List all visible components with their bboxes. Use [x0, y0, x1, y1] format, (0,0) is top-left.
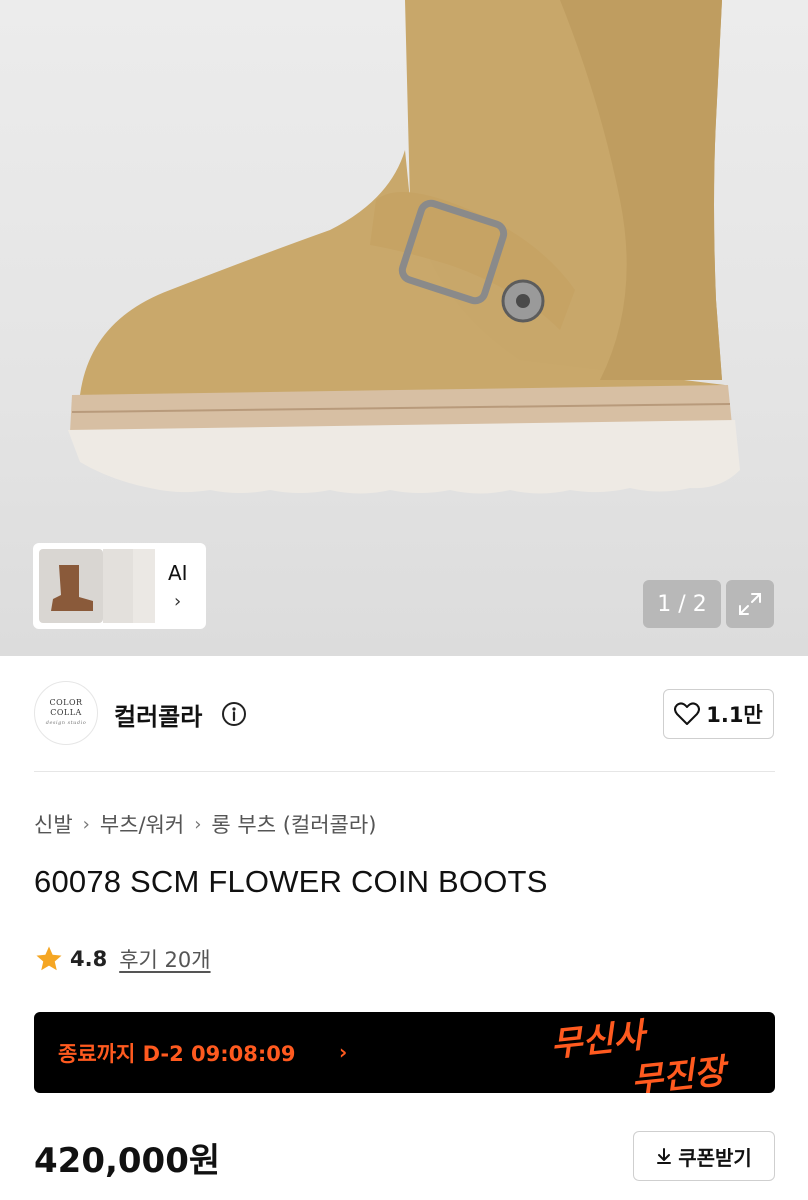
- thumbnail-strip[interactable]: AI ›: [33, 543, 206, 629]
- promo-banner[interactable]: 종료까지 D-2 09:08:09 › 무신사 무진장: [34, 1012, 775, 1093]
- info-icon[interactable]: [221, 701, 247, 727]
- rating-row: 4.8 후기 20개: [34, 944, 211, 974]
- promo-art-line2: 무진장: [630, 1051, 732, 1093]
- expand-icon: [739, 593, 761, 615]
- coupon-label: 쿠폰받기: [678, 1145, 752, 1170]
- heart-icon: [674, 702, 701, 725]
- brand-name[interactable]: 컬러콜라: [114, 697, 202, 732]
- thumbnail-1[interactable]: [39, 549, 103, 623]
- breadcrumb: 신발 › 부츠/워커 › 롱 부츠 (컬러콜라): [34, 809, 376, 839]
- rating-value: 4.8: [70, 947, 108, 971]
- boot-thumbnail-icon: [51, 565, 93, 611]
- page-indicator: 1 / 2: [643, 580, 721, 628]
- product-title: 60078 SCM FLOWER COIN BOOTS: [34, 864, 548, 899]
- promo-art-line1: 무신사: [549, 1015, 650, 1065]
- download-icon: [657, 1148, 672, 1164]
- like-button[interactable]: 1.1만: [663, 689, 774, 739]
- promo-logo-art: 무신사 무진장: [549, 1015, 732, 1093]
- brand-logo-script: design studio: [45, 720, 87, 726]
- brand-logo-text-1: COLOR: [49, 698, 83, 707]
- coupon-button[interactable]: 쿠폰받기: [633, 1131, 775, 1181]
- expand-button[interactable]: [726, 580, 774, 628]
- chevron-right-icon: ›: [339, 1040, 348, 1064]
- review-link[interactable]: 후기 20개: [119, 944, 210, 974]
- breadcrumb-item[interactable]: 부츠/워커: [100, 809, 184, 839]
- brand-logo[interactable]: COLOR COLLA design studio: [34, 681, 98, 745]
- chevron-right-icon: ›: [174, 591, 182, 612]
- like-count: 1.1만: [706, 703, 763, 727]
- price: 420,000원: [34, 1141, 221, 1181]
- thumbnail-3[interactable]: [133, 549, 155, 623]
- breadcrumb-item[interactable]: 롱 부츠 (컬러콜라): [211, 809, 376, 839]
- divider: [34, 771, 775, 772]
- product-image-gallery[interactable]: AI › 1 / 2: [0, 0, 808, 656]
- countdown-text: 종료까지 D-2 09:08:09: [58, 1042, 296, 1066]
- brand-logo-text-2: COLLA: [50, 708, 82, 717]
- thumbnail-2[interactable]: [103, 549, 133, 623]
- chevron-right-icon: ›: [82, 813, 90, 835]
- ai-label: AI: [168, 561, 188, 585]
- breadcrumb-item[interactable]: 신발: [34, 809, 73, 839]
- chevron-right-icon: ›: [194, 813, 202, 835]
- star-icon: [36, 946, 62, 971]
